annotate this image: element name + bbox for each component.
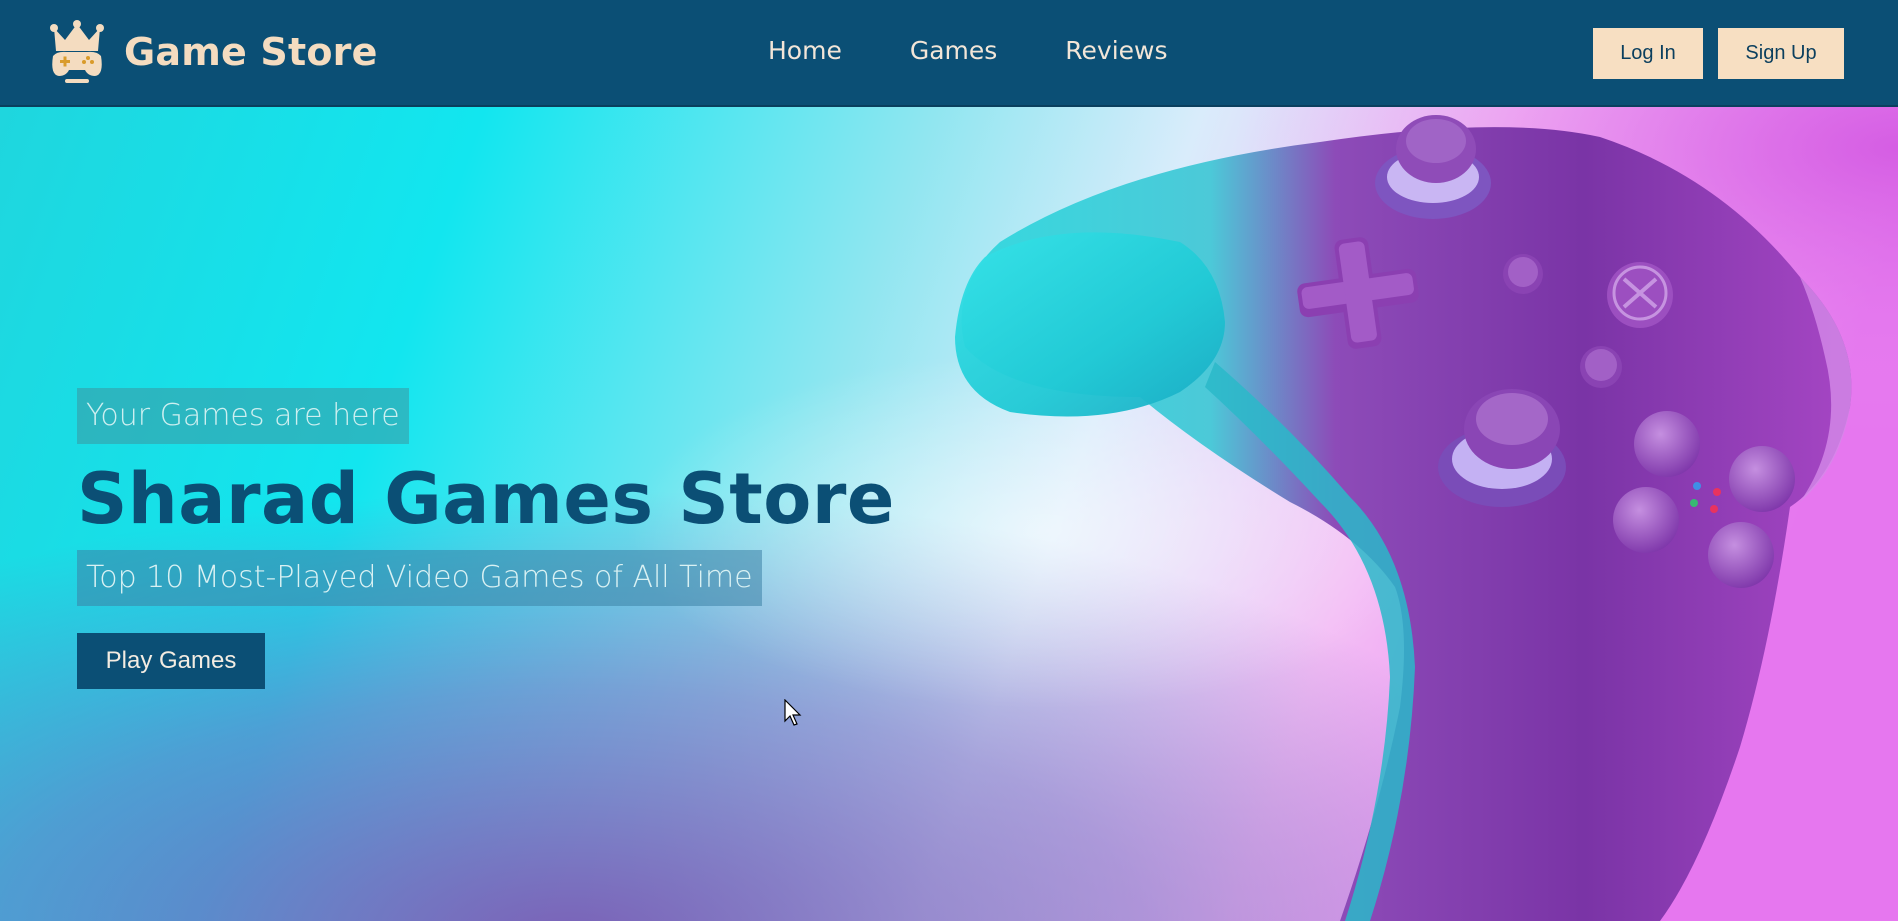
hero-section: Your Games are here Sharad Games Store T… [0,107,1898,921]
nav-home[interactable]: Home [768,36,842,65]
navbar: Game Store Home Games Reviews Log In Sig… [0,0,1898,107]
login-button[interactable]: Log In [1593,28,1703,79]
main-nav: Home Games Reviews [768,36,1168,65]
crown-gamepad-icon [50,20,104,83]
nav-games[interactable]: Games [910,36,997,65]
hero-tagline: Your Games are here [77,388,409,444]
brand-name: Game Store [124,30,378,74]
auth-buttons: Log In Sign Up [1593,28,1844,79]
hero-subtitle: Top 10 Most-Played Video Games of All Ti… [77,550,762,606]
hero-title: Sharad Games Store [77,458,895,540]
nav-reviews[interactable]: Reviews [1065,36,1167,65]
brand[interactable]: Game Store [48,20,378,84]
hero-content: Your Games are here Sharad Games Store T… [77,388,895,689]
mouse-cursor-icon [784,699,802,726]
play-games-button[interactable]: Play Games [77,633,265,689]
signup-button[interactable]: Sign Up [1718,28,1844,79]
